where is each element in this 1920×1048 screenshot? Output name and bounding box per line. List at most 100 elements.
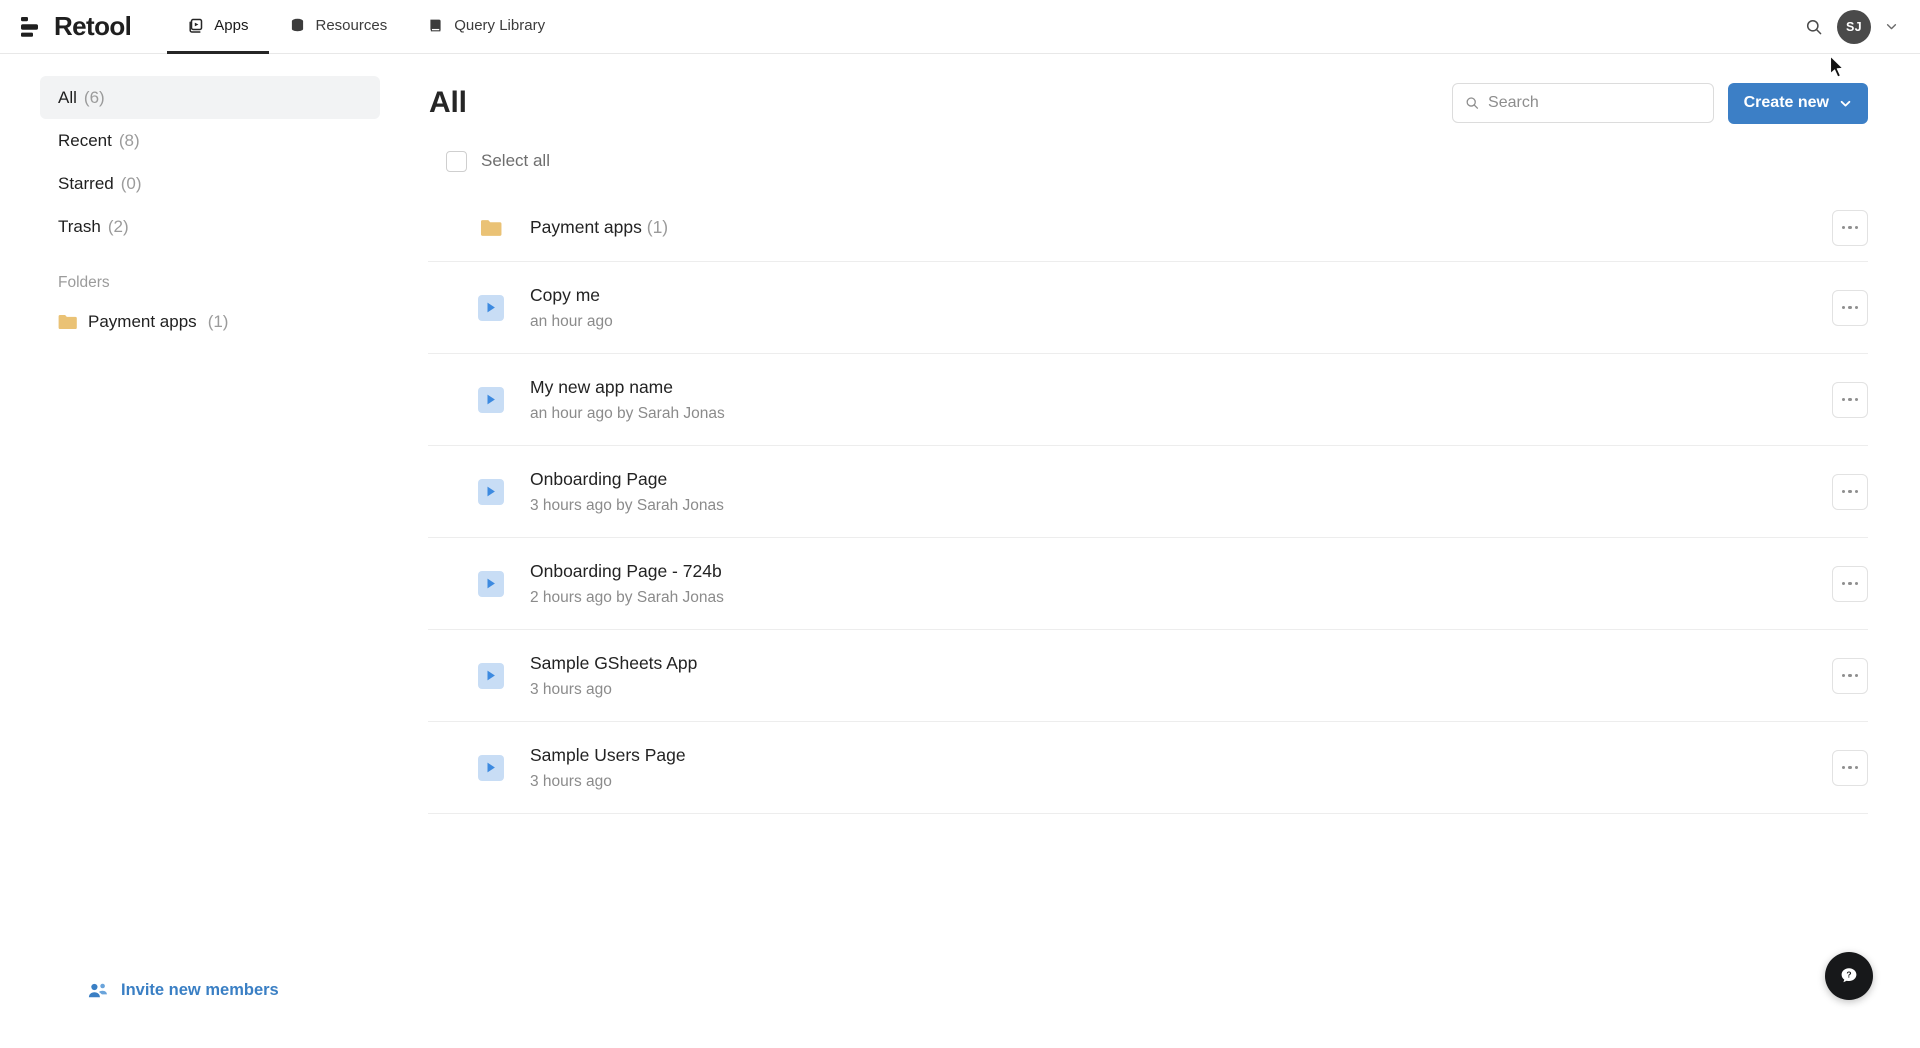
database-icon: [289, 17, 306, 34]
app-row-more-options-button[interactable]: [1832, 382, 1868, 418]
main-header: All Create new: [428, 72, 1868, 134]
app-row-more-options-button[interactable]: [1832, 474, 1868, 510]
search-box[interactable]: [1452, 83, 1714, 123]
select-all-label[interactable]: Select all: [481, 151, 550, 171]
row-icon: [476, 387, 506, 413]
invite-new-members-link[interactable]: Invite new members: [88, 981, 279, 1000]
app-row-copy-me[interactable]: Copy me an hour ago: [428, 262, 1868, 354]
app-row-more-options-button[interactable]: [1832, 290, 1868, 326]
dot: [1855, 490, 1859, 494]
page-shell: All (6) Recent (8) Starred (0) Trash (2)…: [0, 54, 1920, 1047]
sidebar-nav-list: All (6) Recent (8) Starred (0) Trash (2)…: [0, 76, 428, 342]
sidebar-folders-heading: Folders: [40, 274, 380, 292]
dot: [1848, 582, 1852, 586]
folder-row-more-options-button[interactable]: [1832, 210, 1868, 246]
tab-resources[interactable]: Resources: [269, 0, 408, 54]
app-row-my-new-app-name[interactable]: My new app name an hour ago by Sarah Jon…: [428, 354, 1868, 446]
global-search-icon[interactable]: [1805, 18, 1823, 36]
app-play-icon: [478, 387, 504, 413]
app-row-onboarding-page-724b[interactable]: Onboarding Page - 724b 2 hours ago by Sa…: [428, 538, 1868, 630]
app-play-icon: [478, 479, 504, 505]
sidebar-item-starred-label: Starred: [58, 174, 114, 194]
app-row-meta: an hour ago by Sarah Jonas: [530, 405, 725, 423]
sidebar-item-starred-count: (0): [121, 174, 142, 194]
dot: [1848, 398, 1852, 402]
tab-apps[interactable]: Apps: [167, 0, 268, 54]
select-all-checkbox[interactable]: [446, 151, 467, 172]
app-row-name: Onboarding Page - 724b: [530, 560, 724, 584]
nav-tabs: Apps Resources Query Library: [167, 0, 565, 53]
app-row-meta: 2 hours ago by Sarah Jonas: [530, 589, 724, 607]
app-row-body: Sample Users Page 3 hours ago: [530, 744, 686, 792]
add-members-icon: [88, 982, 108, 999]
row-icon: [476, 755, 506, 781]
dot: [1855, 226, 1859, 230]
top-navigation-bar: Retool Apps Resources Qu: [0, 0, 1920, 54]
chevron-down-icon: [1839, 97, 1852, 110]
sidebar-item-recent[interactable]: Recent (8): [40, 119, 380, 162]
dot: [1848, 226, 1852, 230]
app-play-icon: [478, 663, 504, 689]
account-chevron-down-icon[interactable]: [1885, 20, 1898, 33]
folder-row-payment-apps[interactable]: Payment apps (1): [428, 194, 1868, 262]
folder-row-name: Payment apps: [530, 217, 642, 237]
main-content: All Create new Selec: [428, 54, 1920, 1047]
app-row-sample-users-page[interactable]: Sample Users Page 3 hours ago: [428, 722, 1868, 814]
sidebar-item-starred[interactable]: Starred (0): [40, 162, 380, 205]
app-play-icon: [478, 295, 504, 321]
row-icon: [476, 219, 506, 237]
dot: [1855, 766, 1859, 770]
row-icon: [476, 663, 506, 689]
app-row-more-options-button[interactable]: [1832, 566, 1868, 602]
sidebar-item-all[interactable]: All (6): [40, 76, 380, 119]
app-row-meta: 3 hours ago by Sarah Jonas: [530, 497, 724, 515]
apps-icon: [187, 17, 204, 34]
sidebar-item-trash[interactable]: Trash (2): [40, 205, 380, 248]
app-row-name: Onboarding Page: [530, 468, 724, 492]
app-row-more-options-button[interactable]: [1832, 658, 1868, 694]
page-title: All: [429, 86, 467, 120]
app-row-sample-gsheets-app[interactable]: Sample GSheets App 3 hours ago: [428, 630, 1868, 722]
dot: [1848, 766, 1852, 770]
sidebar-item-all-label: All: [58, 88, 77, 108]
app-row-meta: 3 hours ago: [530, 681, 697, 699]
tab-query-library[interactable]: Query Library: [407, 0, 565, 54]
svg-text:?: ?: [1846, 970, 1851, 980]
app-row-body: My new app name an hour ago by Sarah Jon…: [530, 376, 725, 424]
brand-name: Retool: [54, 11, 131, 42]
avatar[interactable]: SJ: [1837, 10, 1871, 44]
dot: [1842, 766, 1846, 770]
dot: [1842, 306, 1846, 310]
tab-resources-label: Resources: [316, 17, 388, 34]
items-list: Payment apps (1) Copy me an hour ago: [428, 194, 1868, 814]
sidebar-item-all-count: (6): [84, 88, 105, 108]
dot: [1855, 674, 1859, 678]
app-row-name: My new app name: [530, 376, 725, 400]
create-new-button[interactable]: Create new: [1728, 83, 1868, 124]
app-row-onboarding-page[interactable]: Onboarding Page 3 hours ago by Sarah Jon…: [428, 446, 1868, 538]
sidebar-item-recent-label: Recent: [58, 131, 112, 151]
search-input[interactable]: [1488, 94, 1701, 112]
brand-logo[interactable]: Retool: [20, 0, 167, 53]
folder-icon: [58, 314, 77, 330]
dot: [1855, 398, 1859, 402]
folder-row-count: (1): [647, 217, 668, 237]
sidebar-folder-count: (1): [208, 312, 229, 332]
help-button[interactable]: ?: [1825, 952, 1873, 1000]
sidebar-folder-label: Payment apps: [88, 312, 197, 332]
app-row-body: Sample GSheets App 3 hours ago: [530, 652, 697, 700]
dot: [1842, 490, 1846, 494]
sidebar-folder-payment-apps[interactable]: Payment apps (1): [40, 302, 380, 342]
app-row-more-options-button[interactable]: [1832, 750, 1868, 786]
app-play-icon: [478, 571, 504, 597]
dot: [1855, 582, 1859, 586]
dot: [1842, 398, 1846, 402]
dot: [1848, 674, 1852, 678]
dot: [1848, 490, 1852, 494]
sidebar-item-recent-count: (8): [119, 131, 140, 151]
nav-right-cluster: SJ: [1805, 0, 1920, 53]
sidebar: All (6) Recent (8) Starred (0) Trash (2)…: [0, 54, 428, 1047]
app-row-meta: 3 hours ago: [530, 773, 686, 791]
dot: [1855, 306, 1859, 310]
tab-query-library-label: Query Library: [454, 17, 545, 34]
